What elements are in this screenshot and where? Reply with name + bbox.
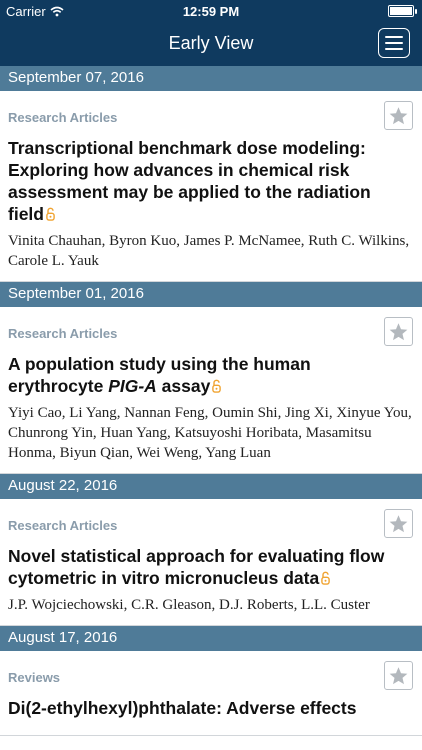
article-authors: J.P. Wojciechowski, C.R. Gleason, D.J. R… — [8, 597, 370, 613]
article-item[interactable]: Research Articles Novel statistical appr… — [0, 499, 422, 626]
menu-icon-line — [385, 42, 403, 44]
star-icon — [389, 666, 408, 684]
article-item[interactable]: Reviews Di(2-ethylhexyl)phthalate: Adver… — [0, 651, 422, 736]
open-access-icon — [46, 207, 55, 221]
star-icon — [389, 322, 408, 340]
open-access-icon — [321, 571, 331, 585]
navigation-bar: Early View — [0, 22, 422, 66]
status-bar: Carrier 12:59 PM — [0, 0, 422, 22]
article-authors: Vinita Chauhan, Byron Kuo, James P. McNa… — [8, 233, 410, 269]
article-category: Research Articles — [8, 110, 118, 125]
article-list[interactable]: September 07, 2016 Research Articles Tra… — [0, 66, 422, 750]
article-authors — [8, 725, 414, 735]
article-title[interactable]: Novel statistical approach for evaluatin… — [8, 545, 414, 589]
battery-icon — [388, 5, 417, 17]
article-category: Research Articles — [8, 518, 118, 533]
star-icon — [389, 106, 408, 124]
date-header: September 07, 2016 — [0, 66, 422, 91]
star-icon — [389, 514, 408, 532]
favorite-button[interactable] — [384, 317, 413, 346]
menu-icon-line — [385, 36, 403, 38]
date-header: August 17, 2016 — [0, 626, 422, 651]
menu-button[interactable] — [378, 28, 410, 58]
article-category: Research Articles — [8, 326, 118, 341]
page-title: Early View — [168, 33, 254, 53]
favorite-button[interactable] — [384, 661, 413, 690]
article-item[interactable]: Research Articles Transcriptional benchm… — [0, 91, 422, 282]
article-authors: Yiyi Cao, Li Yang, Nannan Feng, Oumin Sh… — [8, 405, 412, 461]
favorite-button[interactable] — [384, 509, 413, 538]
article-title-gene: PIG-A — [108, 376, 157, 396]
article-title[interactable]: Di(2-ethylhexyl)phthalate: Adverse effec… — [8, 697, 414, 719]
article-category: Reviews — [8, 670, 61, 685]
open-access-icon — [212, 379, 222, 393]
status-time: 12:59 PM — [182, 4, 240, 19]
article-title-text-end: assay — [156, 376, 211, 396]
menu-icon-line — [385, 48, 403, 50]
date-header: August 22, 2016 — [0, 474, 422, 499]
article-item[interactable]: Research Articles A population study usi… — [0, 307, 422, 474]
article-title-text: Di(2-ethylhexyl)phthalate: Adverse effec… — [8, 698, 357, 718]
date-header: September 01, 2016 — [0, 282, 422, 307]
article-title[interactable]: A population study using the human eryth… — [8, 353, 414, 397]
article-title[interactable]: Transcriptional benchmark dose modeling:… — [8, 137, 414, 225]
article-title-text: Transcriptional benchmark dose modeling:… — [8, 138, 371, 224]
favorite-button[interactable] — [384, 101, 413, 130]
